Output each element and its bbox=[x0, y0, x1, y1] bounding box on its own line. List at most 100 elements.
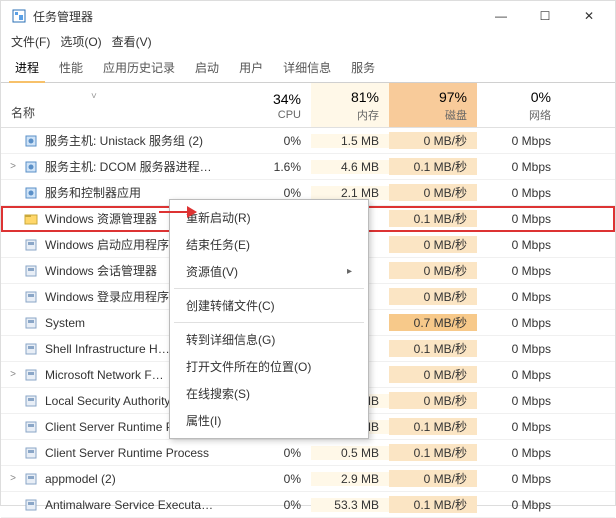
header-disk[interactable]: 97% 磁盘 bbox=[389, 83, 477, 127]
context-item-label: 打开文件所在的位置(O) bbox=[186, 358, 311, 375]
disk-cell: 0 MB/秒 bbox=[389, 288, 477, 305]
menu-options[interactable]: 选项(O) bbox=[60, 33, 101, 50]
app-icon bbox=[23, 263, 39, 279]
header-cpu-label: CPU bbox=[278, 109, 301, 121]
memory-cell: 4.6 MB bbox=[311, 160, 389, 174]
network-cell: 0 Mbps bbox=[477, 342, 561, 356]
process-name-cell: 服务主机: Unistack 服务组 (2) bbox=[1, 132, 239, 149]
tab-0[interactable]: 进程 bbox=[5, 54, 49, 82]
app-icon bbox=[23, 393, 39, 409]
sort-indicator: ˅ bbox=[11, 91, 97, 102]
network-cell: 0 Mbps bbox=[477, 368, 561, 382]
process-name: Client Server Runtime Process bbox=[45, 446, 209, 460]
tab-3[interactable]: 启动 bbox=[185, 54, 229, 82]
cpu-cell: 0% bbox=[239, 498, 311, 512]
expand-toggle[interactable]: > bbox=[7, 473, 19, 484]
tab-1[interactable]: 性能 bbox=[49, 54, 93, 82]
network-cell: 0 Mbps bbox=[477, 264, 561, 278]
network-cell: 0 Mbps bbox=[477, 394, 561, 408]
app-icon bbox=[23, 315, 39, 331]
disk-cell: 0.7 MB/秒 bbox=[389, 314, 477, 331]
tab-5[interactable]: 详细信息 bbox=[273, 54, 341, 82]
disk-cell: 0 MB/秒 bbox=[389, 262, 477, 279]
menu-view[interactable]: 查看(V) bbox=[112, 33, 152, 50]
context-item[interactable]: 属性(I) bbox=[170, 407, 368, 434]
tab-strip: 进程性能应用历史记录启动用户详细信息服务 bbox=[1, 54, 615, 83]
service-icon bbox=[23, 185, 39, 201]
network-cell: 0 Mbps bbox=[477, 290, 561, 304]
network-cell: 0 Mbps bbox=[477, 420, 561, 434]
tab-2[interactable]: 应用历史记录 bbox=[93, 54, 185, 82]
maximize-button[interactable]: ☐ bbox=[523, 2, 567, 30]
cpu-cell: 0% bbox=[239, 472, 311, 486]
header-name-label: 名称 bbox=[11, 104, 35, 121]
process-name-cell: > 服务主机: DCOM 服务器进程… bbox=[1, 158, 239, 175]
disk-cell: 0 MB/秒 bbox=[389, 184, 477, 201]
network-cell: 0 Mbps bbox=[477, 498, 561, 512]
context-item[interactable]: 转到详细信息(G) bbox=[170, 326, 368, 353]
memory-cell: 53.3 MB bbox=[311, 498, 389, 512]
context-item-label: 创建转储文件(C) bbox=[186, 297, 275, 314]
context-item-label: 资源值(V) bbox=[186, 263, 238, 280]
expand-toggle[interactable]: > bbox=[7, 369, 19, 380]
process-name: System bbox=[45, 316, 85, 330]
process-row[interactable]: 服务主机: Unistack 服务组 (2)0%1.5 MB0 MB/秒0 Mb… bbox=[1, 128, 615, 154]
app-icon bbox=[23, 471, 39, 487]
window-title: 任务管理器 bbox=[33, 8, 479, 25]
header-cpu[interactable]: 34% CPU bbox=[239, 83, 311, 127]
process-name: appmodel (2) bbox=[45, 472, 116, 486]
network-cell: 0 Mbps bbox=[477, 212, 561, 226]
context-item[interactable]: 结束任务(E) bbox=[170, 231, 368, 258]
header-net-pct: 0% bbox=[531, 89, 551, 105]
context-item[interactable]: 资源值(V)▸ bbox=[170, 258, 368, 285]
context-item[interactable]: 打开文件所在的位置(O) bbox=[170, 353, 368, 380]
process-row[interactable]: >appmodel (2)0%2.9 MB0 MB/秒0 Mbps bbox=[1, 466, 615, 492]
process-name: 服务主机: DCOM 服务器进程… bbox=[45, 158, 212, 175]
titlebar: 任务管理器 — ☐ ✕ bbox=[1, 1, 615, 31]
cpu-cell: 0% bbox=[239, 446, 311, 460]
app-icon bbox=[11, 8, 27, 24]
close-button[interactable]: ✕ bbox=[567, 2, 611, 30]
service-icon bbox=[23, 133, 39, 149]
header-net-label: 网络 bbox=[529, 107, 551, 123]
process-name: Windows 启动应用程序 bbox=[45, 236, 169, 253]
process-row[interactable]: Client Server Runtime Process0%0.5 MB0.1… bbox=[1, 440, 615, 466]
process-row[interactable]: >服务主机: DCOM 服务器进程…1.6%4.6 MB0.1 MB/秒0 Mb… bbox=[1, 154, 615, 180]
header-network[interactable]: 0% 网络 bbox=[477, 83, 561, 127]
network-cell: 0 Mbps bbox=[477, 316, 561, 330]
network-cell: 0 Mbps bbox=[477, 160, 561, 174]
disk-cell: 0.1 MB/秒 bbox=[389, 158, 477, 175]
explorer-icon bbox=[23, 211, 39, 227]
process-row[interactable]: Antimalware Service Executa…0%53.3 MB0.1… bbox=[1, 492, 615, 518]
context-item[interactable]: 在线搜索(S) bbox=[170, 380, 368, 407]
menu-file[interactable]: 文件(F) bbox=[11, 33, 50, 50]
network-cell: 0 Mbps bbox=[477, 446, 561, 460]
header-memory[interactable]: 81% 内存 bbox=[311, 83, 389, 127]
expand-toggle[interactable]: > bbox=[7, 161, 19, 172]
context-item-label: 在线搜索(S) bbox=[186, 385, 250, 402]
service-icon bbox=[23, 159, 39, 175]
context-menu: 重新启动(R)结束任务(E)资源值(V)▸ 创建转储文件(C) 转到详细信息(G) 打… bbox=[169, 199, 369, 439]
memory-cell: 1.5 MB bbox=[311, 134, 389, 148]
app-icon bbox=[23, 367, 39, 383]
disk-cell: 0.1 MB/秒 bbox=[389, 418, 477, 435]
menubar: 文件(F) 选项(O) 查看(V) bbox=[1, 31, 615, 54]
memory-cell: 0.5 MB bbox=[311, 446, 389, 460]
app-icon bbox=[23, 497, 39, 513]
process-name: Microsoft Network F… bbox=[45, 368, 164, 382]
minimize-button[interactable]: — bbox=[479, 2, 523, 30]
disk-cell: 0.1 MB/秒 bbox=[389, 496, 477, 513]
disk-cell: 0 MB/秒 bbox=[389, 470, 477, 487]
process-name-cell: Antimalware Service Executa… bbox=[1, 497, 239, 513]
header-name[interactable]: ˅ 名称 bbox=[1, 83, 239, 127]
header-mem-pct: 81% bbox=[351, 89, 379, 105]
tab-6[interactable]: 服务 bbox=[341, 54, 385, 82]
header-cpu-pct: 34% bbox=[273, 91, 301, 107]
context-item-label: 属性(I) bbox=[186, 412, 221, 429]
app-icon bbox=[23, 289, 39, 305]
tab-4[interactable]: 用户 bbox=[229, 54, 273, 82]
context-item[interactable]: 重新启动(R) bbox=[170, 204, 368, 231]
column-headers: ˅ 名称 34% CPU 81% 内存 97% 磁盘 0% 网络 bbox=[1, 83, 615, 128]
context-item[interactable]: 创建转储文件(C) bbox=[170, 292, 368, 319]
memory-cell: 2.9 MB bbox=[311, 472, 389, 486]
